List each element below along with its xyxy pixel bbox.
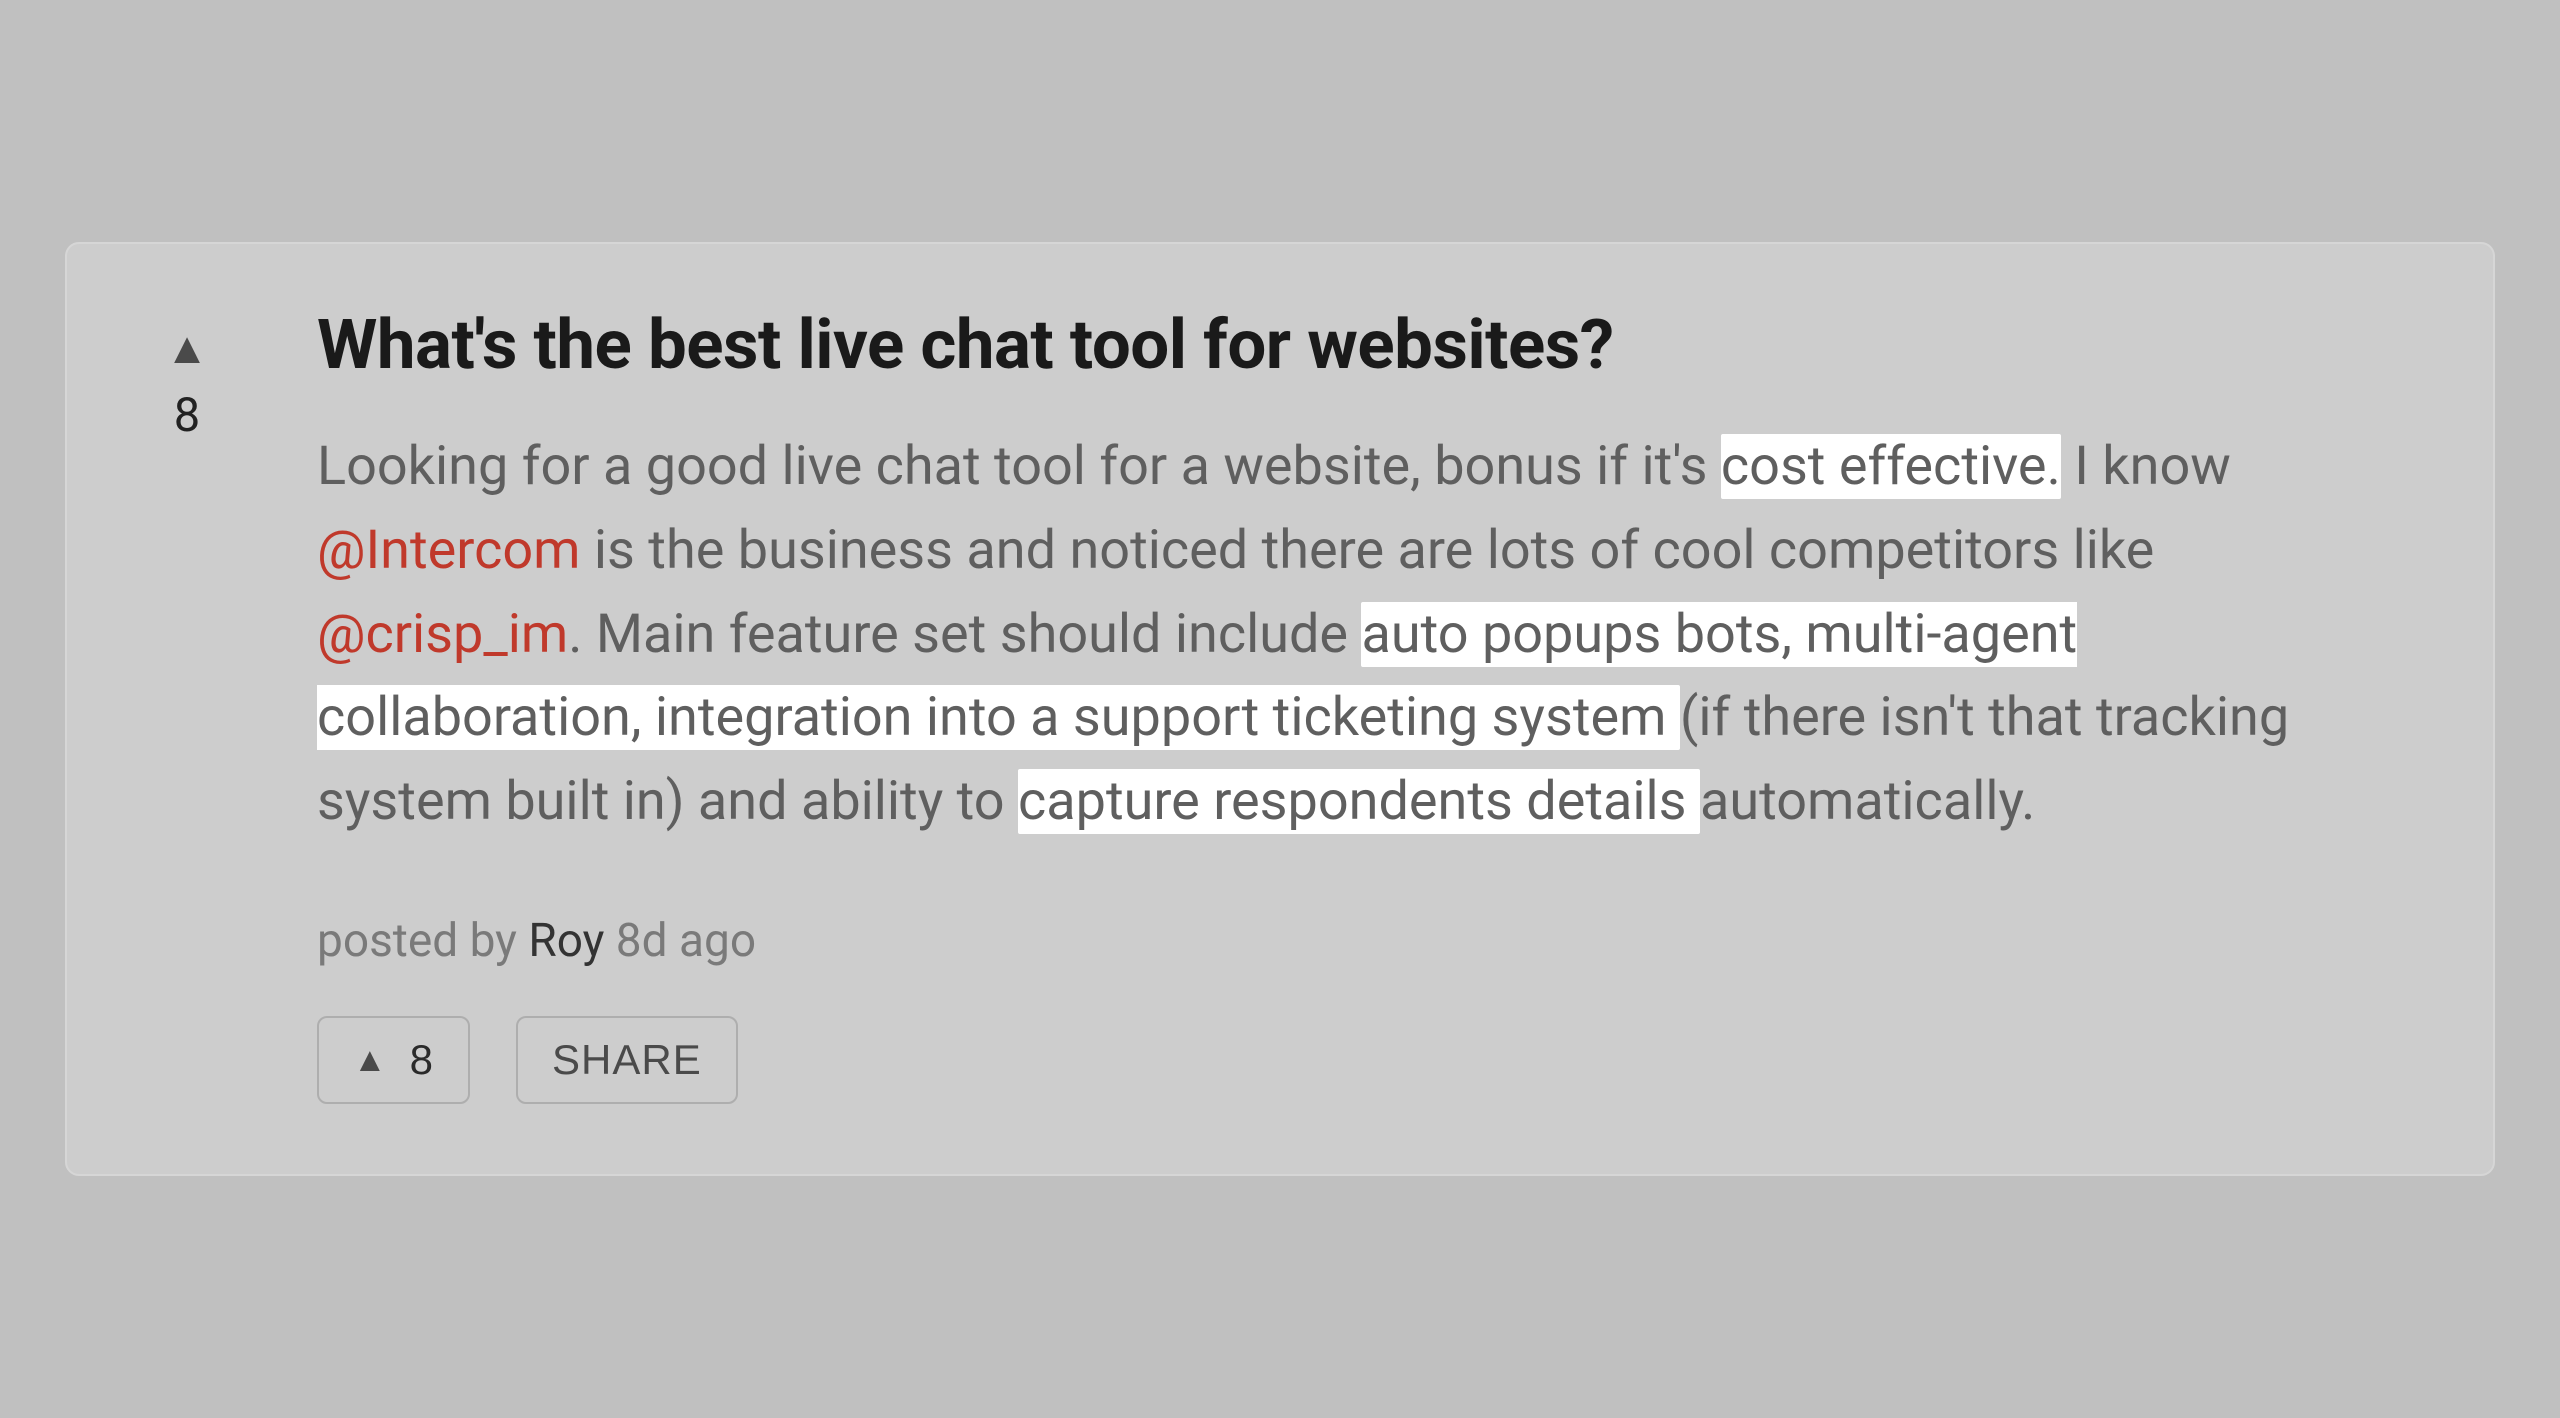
mention-crisp-im[interactable]: @crisp_im bbox=[317, 603, 568, 666]
post-body: Looking for a good live chat tool for a … bbox=[317, 425, 2403, 843]
upvote-button-count: 8 bbox=[410, 1036, 434, 1084]
upvote-button[interactable]: ▲ 8 bbox=[317, 1016, 470, 1104]
post-actions: ▲ 8 SHARE bbox=[317, 1016, 2403, 1104]
highlight-capture: capture respondents details bbox=[1018, 769, 1700, 834]
body-text: automatically. bbox=[1700, 770, 2035, 833]
mention-intercom[interactable]: @Intercom bbox=[317, 519, 581, 582]
body-text: I know bbox=[2061, 435, 2231, 498]
meta-prefix: posted by bbox=[317, 914, 528, 968]
post-title: What's the best live chat tool for websi… bbox=[317, 304, 2403, 387]
share-button[interactable]: SHARE bbox=[516, 1016, 738, 1104]
highlight-cost-effective: cost effective. bbox=[1721, 434, 2061, 499]
share-button-label: SHARE bbox=[552, 1036, 702, 1084]
body-text: . Main feature set should include bbox=[568, 603, 1361, 666]
upvote-icon: ▲ bbox=[353, 1043, 388, 1077]
vote-count: 8 bbox=[174, 388, 200, 443]
meta-time: 8d ago bbox=[604, 914, 756, 968]
body-text: Looking for a good live chat tool for a … bbox=[317, 435, 1721, 498]
vote-column: ▲ 8 bbox=[127, 304, 247, 1103]
body-text: is the business and noticed there are lo… bbox=[581, 519, 2155, 582]
post-card: ▲ 8 What's the best live chat tool for w… bbox=[65, 242, 2495, 1175]
post-meta: posted by Roy 8d ago bbox=[317, 914, 2403, 968]
post-content: What's the best live chat tool for websi… bbox=[317, 304, 2403, 1103]
upvote-icon[interactable]: ▲ bbox=[165, 326, 209, 370]
post-author[interactable]: Roy bbox=[528, 914, 604, 968]
